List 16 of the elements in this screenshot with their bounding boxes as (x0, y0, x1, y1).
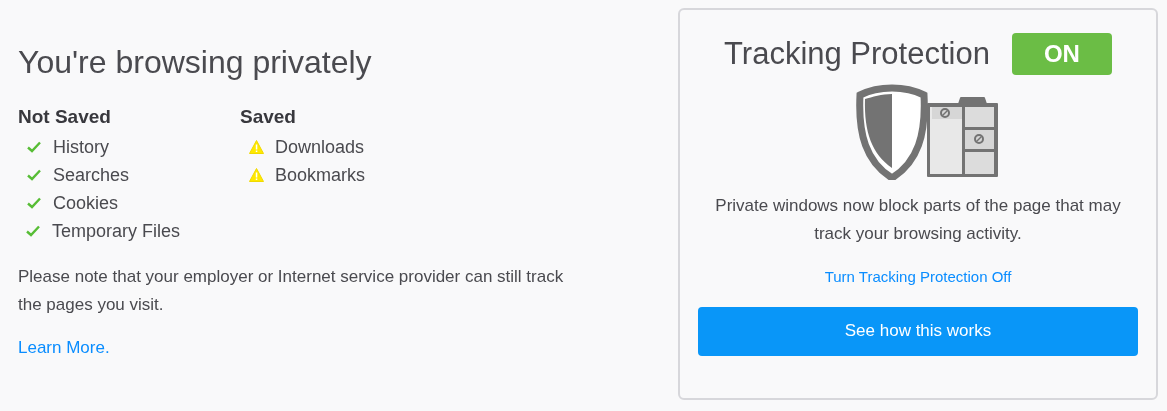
list-heading: Saved (240, 105, 297, 129)
status-badge: ON (1011, 33, 1112, 75)
list-item: Temporary Files (51, 219, 180, 243)
see-how-button[interactable]: See how this works (698, 306, 1138, 356)
privacy-note: Please note that your employer or Internet service provider can still track the pages you visit. (18, 266, 565, 316)
turn-off-link[interactable]: Turn Tracking Protection Off (824, 266, 1012, 289)
card-description: Private windows now block parts of the page that may track your browsing activity. (714, 195, 1122, 245)
list-item: Cookies (53, 191, 119, 215)
card-title: Tracking Protection (724, 35, 990, 73)
list-item: Bookmarks (275, 163, 366, 187)
list-item: Downloads (275, 135, 365, 159)
page-title: You're browsing privately (18, 43, 373, 82)
list-item: History (53, 135, 109, 159)
learn-more-link[interactable]: Learn More. (18, 335, 110, 361)
list-item: Searches (53, 163, 130, 187)
list-heading: Not Saved (18, 105, 112, 129)
